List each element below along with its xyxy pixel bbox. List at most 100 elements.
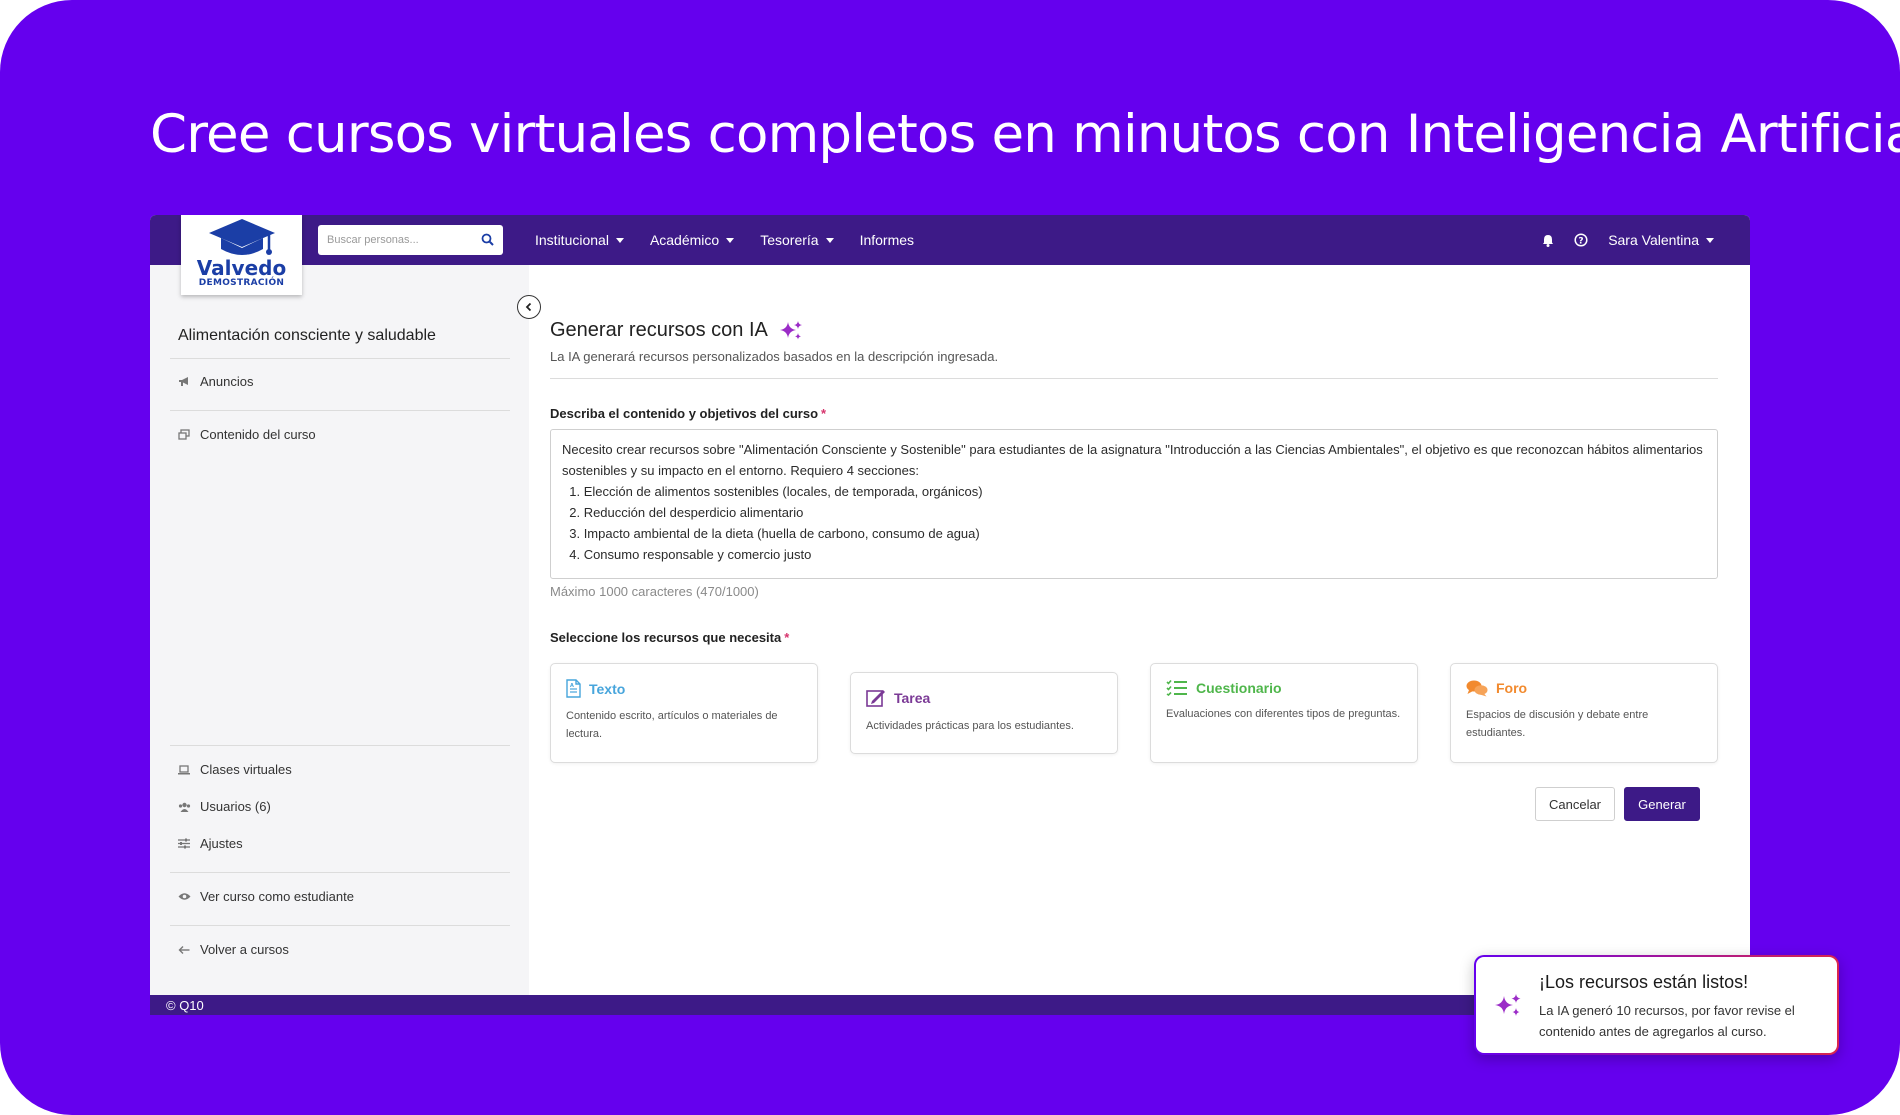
- card-description: Actividades prácticas para los estudiant…: [866, 720, 1074, 732]
- caret-down-icon: [825, 237, 834, 243]
- caret-down-icon: [1706, 237, 1714, 243]
- sidebar-item-ver-como-estudiante[interactable]: Ver curso como estudiante: [178, 889, 354, 904]
- card-title: Tarea: [894, 690, 931, 706]
- generate-button[interactable]: Generar: [1624, 787, 1700, 821]
- svg-text:?: ?: [1579, 236, 1584, 246]
- menu-item-academico[interactable]: Académico: [650, 232, 735, 248]
- menu-item-label: Tesorería: [760, 232, 819, 248]
- banner-headline: Cree cursos virtuales completos en minut…: [150, 104, 1900, 165]
- logo-subtitle: DEMOSTRACIÓN: [198, 278, 285, 288]
- users-icon: [178, 802, 192, 812]
- card-title: Cuestionario: [1196, 679, 1282, 696]
- chevron-left-icon: [525, 302, 532, 312]
- divider: [170, 872, 510, 873]
- menu-item-label: Institucional: [535, 232, 609, 248]
- card-header: Cuestionario: [1166, 679, 1402, 696]
- sidebar-item-label: Contenido del curso: [200, 427, 316, 442]
- required-asterisk: *: [821, 406, 827, 421]
- card-header: Foro: [1466, 679, 1702, 697]
- page-subtitle: La IA generará recursos personalizados b…: [550, 349, 999, 364]
- sidebar-item-label: Clases virtuales: [200, 762, 292, 777]
- divider: [170, 358, 510, 359]
- card-description: Contenido escrito, artículos o materiale…: [566, 710, 778, 740]
- laptop-icon: [178, 764, 192, 775]
- search-input[interactable]: [318, 226, 468, 254]
- card-title: Texto: [589, 680, 626, 697]
- search-icon[interactable]: [481, 233, 494, 251]
- description-textarea[interactable]: Necesito crear recursos sobre "Alimentac…: [550, 429, 1718, 579]
- card-header: A Texto: [566, 679, 802, 698]
- resource-card-texto[interactable]: A Texto Contenido escrito, artículos o m…: [550, 663, 818, 763]
- content-icon: [178, 429, 192, 440]
- description-label-text: Describa el contenido y objetivos del cu…: [550, 406, 819, 421]
- required-asterisk: *: [784, 630, 790, 645]
- arrow-left-icon: [178, 945, 192, 955]
- toast-body-container: ¡Los recursos están listos! La IA generó…: [1476, 957, 1837, 1053]
- sparkles-icon: [779, 320, 802, 339]
- card-header: Tarea: [866, 688, 1102, 708]
- divider: [170, 925, 510, 926]
- sidebar: Alimentación consciente y saludable Anun…: [150, 265, 529, 995]
- sidebar-item-anuncios[interactable]: Anuncios: [178, 374, 253, 389]
- sidebar-item-ajustes[interactable]: Ajustes: [178, 836, 243, 851]
- megaphone-icon: [178, 376, 192, 387]
- chat-icon: [1466, 679, 1488, 697]
- navbar-right: ? Sara Valentina: [1522, 215, 1714, 265]
- divider: [550, 378, 1718, 379]
- toast-message: La IA generó 10 recursos, por favor revi…: [1539, 1003, 1795, 1039]
- collapse-sidebar-button[interactable]: [517, 295, 541, 319]
- resources-label: Seleccione los recursos que necesita *: [550, 630, 789, 645]
- main-content: Generar recursos con IA La IA generará r…: [529, 265, 1750, 995]
- menu-item-informes[interactable]: Informes: [860, 232, 914, 248]
- sidebar-item-usuarios[interactable]: Usuarios (6): [178, 799, 271, 814]
- logo[interactable]: Valvedo DEMOSTRACIÓN: [181, 215, 302, 295]
- checklist-icon: [1166, 679, 1188, 696]
- menu-item-tesoreria[interactable]: Tesorería: [760, 232, 834, 248]
- help-icon[interactable]: ?: [1574, 233, 1588, 247]
- sidebar-item-label: Usuarios (6): [200, 799, 271, 814]
- card-title: Foro: [1496, 680, 1528, 696]
- card-description: Espacios de discusión y debate entre est…: [1466, 709, 1649, 739]
- logo-name: Valvedo: [196, 256, 287, 280]
- description-label: Describa el contenido y objetivos del cu…: [550, 406, 826, 421]
- sidebar-item-clases-virtuales[interactable]: Clases virtuales: [178, 762, 292, 777]
- top-navbar: Valvedo DEMOSTRACIÓN Institucional Acadé…: [150, 215, 1750, 295]
- user-menu[interactable]: Sara Valentina: [1608, 232, 1714, 248]
- resource-card-tarea[interactable]: Tarea Actividades prácticas para los est…: [850, 672, 1118, 754]
- course-title: Alimentación consciente y saludable: [178, 327, 436, 344]
- page-title: Generar recursos con IA: [550, 319, 803, 342]
- main-menu: Institucional Académico Tesorería Inform…: [535, 215, 940, 265]
- user-name: Sara Valentina: [1608, 232, 1699, 248]
- card-description: Evaluaciones con diferentes tipos de pre…: [1166, 708, 1401, 720]
- sparkles-icon: [1495, 994, 1521, 1016]
- caret-down-icon: [615, 237, 624, 243]
- canvas: Cree cursos virtuales completos en minut…: [0, 0, 1900, 1115]
- caret-down-icon: [726, 237, 735, 243]
- search-box: [318, 225, 503, 255]
- sidebar-item-label: Volver a cursos: [200, 942, 289, 957]
- svg-text:A: A: [570, 683, 574, 689]
- app-window: Valvedo DEMOSTRACIÓN Institucional Acadé…: [150, 215, 1750, 1015]
- resource-cards: A Texto Contenido escrito, artículos o m…: [550, 663, 1718, 767]
- menu-item-label: Informes: [859, 232, 915, 248]
- resource-card-foro[interactable]: Foro Espacios de discusión y debate entr…: [1450, 663, 1718, 763]
- sidebar-item-label: Ver curso como estudiante: [200, 889, 354, 904]
- sidebar-item-label: Anuncios: [200, 374, 254, 389]
- divider: [170, 410, 510, 411]
- bell-icon[interactable]: [1542, 234, 1554, 247]
- eye-icon: [178, 892, 192, 901]
- menu-item-institucional[interactable]: Institucional: [535, 232, 624, 248]
- cancel-button[interactable]: Cancelar: [1535, 787, 1615, 821]
- sidebar-item-contenido[interactable]: Contenido del curso: [178, 427, 316, 442]
- toast-title: ¡Los recursos están listos!: [1539, 972, 1749, 992]
- document-icon: A: [566, 679, 581, 698]
- character-counter: Máximo 1000 caracteres (470/1000): [550, 584, 759, 599]
- success-toast: ¡Los recursos están listos! La IA generó…: [1474, 955, 1839, 1055]
- copyright: © Q10: [166, 997, 204, 1013]
- sliders-icon: [178, 838, 192, 849]
- divider: [170, 745, 510, 746]
- resource-card-cuestionario[interactable]: Cuestionario Evaluaciones con diferentes…: [1150, 663, 1418, 763]
- sidebar-item-label: Ajustes: [200, 836, 243, 851]
- sidebar-item-volver-a-cursos[interactable]: Volver a cursos: [178, 942, 289, 957]
- edit-icon: [866, 688, 886, 708]
